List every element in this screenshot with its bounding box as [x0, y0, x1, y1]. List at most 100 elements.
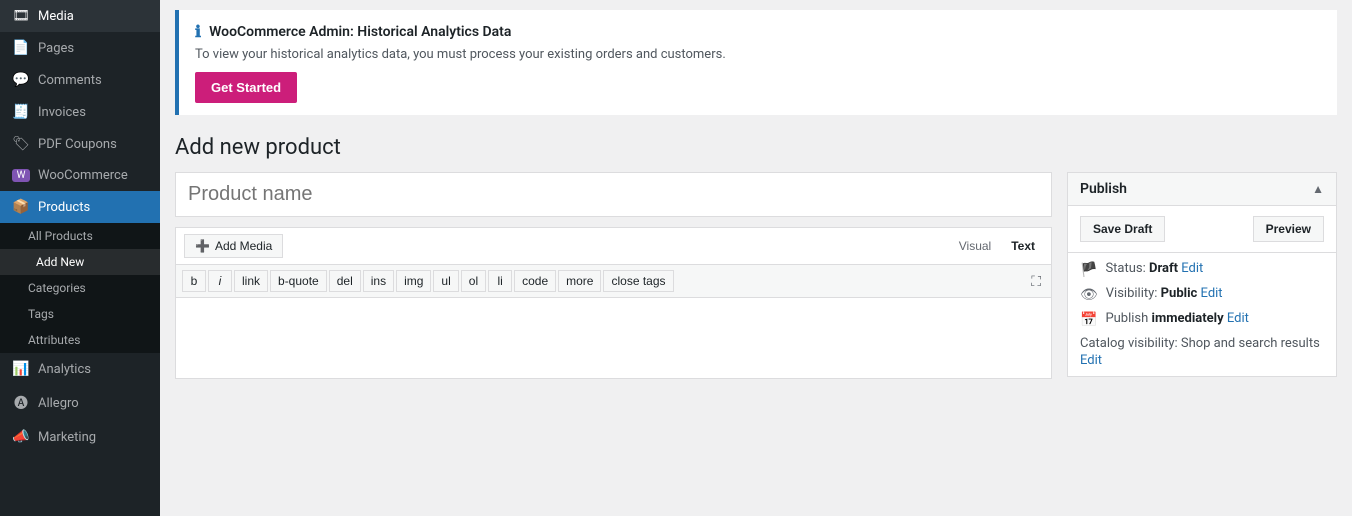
info-icon: ℹ	[195, 22, 201, 41]
get-started-button[interactable]: Get Started	[195, 72, 297, 103]
editor-btn-del[interactable]: del	[329, 270, 361, 292]
sidebar-item-media[interactable]: 🎞 Media	[0, 0, 160, 32]
publish-time-row: 📅 Publish immediately Edit	[1080, 311, 1324, 328]
main-column: ➕ Add Media Visual Text b i link b-quote	[175, 172, 1052, 379]
side-column: Publish ▲ Save Draft Preview 🏴 Status: D…	[1067, 172, 1337, 377]
publish-header: Publish ▲	[1068, 173, 1336, 206]
editor-btn-img[interactable]: img	[396, 270, 431, 292]
editor-btn-b[interactable]: b	[182, 270, 206, 292]
page-title: Add new product	[175, 135, 1337, 160]
sidebar-item-products[interactable]: 📦 Products	[0, 191, 160, 223]
sidebar-sub-label: Add New	[36, 255, 84, 269]
catalog-visibility-row: Catalog visibility: Shop and search resu…	[1080, 336, 1324, 368]
sidebar-item-allegro[interactable]: 🅐 Allegro	[0, 385, 160, 421]
pages-icon: 📄	[12, 40, 30, 56]
visibility-label-group: Visibility: Public Edit	[1106, 286, 1223, 301]
notice-banner: ℹ WooCommerce Admin: Historical Analytic…	[175, 10, 1337, 115]
visibility-value: Public	[1161, 286, 1198, 301]
products-icon: 📦	[12, 199, 30, 215]
notice-text: To view your historical analytics data, …	[195, 47, 1321, 62]
sidebar-sub-label: Tags	[28, 307, 54, 321]
notice-title: ℹ WooCommerce Admin: Historical Analytic…	[195, 22, 1321, 41]
sidebar-item-invoices[interactable]: 🧾 Invoices	[0, 96, 160, 128]
editor-btn-i[interactable]: i	[208, 270, 232, 292]
visibility-edit-link[interactable]: Edit	[1201, 286, 1223, 301]
sidebar-item-marketing[interactable]: 📣 Marketing	[0, 421, 160, 453]
notice-title-text: WooCommerce Admin: Historical Analytics …	[209, 24, 511, 40]
sidebar-item-label: Products	[38, 200, 90, 215]
visual-text-tabs: Visual Text	[951, 236, 1043, 256]
editor-btn-more[interactable]: more	[558, 270, 601, 292]
visual-tab[interactable]: Visual	[951, 236, 999, 256]
visibility-icon: 👁	[1080, 287, 1098, 303]
marketing-icon: 📣	[12, 429, 30, 445]
sidebar-item-label: WooCommerce	[38, 168, 128, 183]
sidebar-item-woocommerce[interactable]: W WooCommerce	[0, 160, 160, 191]
sidebar-sub-label: Attributes	[28, 333, 80, 347]
sidebar-item-comments[interactable]: 💬 Comments	[0, 64, 160, 96]
collapse-arrow-icon[interactable]: ▲	[1312, 182, 1324, 196]
sidebar-sub-label: All Products	[28, 229, 93, 243]
sidebar-item-analytics[interactable]: 📊 Analytics	[0, 353, 160, 385]
product-name-input[interactable]	[175, 172, 1052, 217]
analytics-icon: 📊	[12, 361, 30, 377]
sidebar-item-label: Media	[38, 9, 74, 24]
sidebar-item-label: Comments	[38, 73, 102, 88]
sidebar-sub-label: Categories	[28, 281, 86, 295]
visibility-row: 👁 Visibility: Public Edit	[1080, 286, 1324, 303]
editor-btn-ol[interactable]: ol	[461, 270, 486, 292]
add-media-icon: ➕	[195, 239, 210, 253]
notice-description: To view your historical analytics data, …	[195, 47, 726, 62]
editor-area: ➕ Add Media Visual Text b i link b-quote	[175, 227, 1052, 379]
editor-btn-link[interactable]: link	[234, 270, 268, 292]
editor-btn-close-tags[interactable]: close tags	[603, 270, 673, 292]
add-media-label: Add Media	[215, 239, 272, 253]
pdf-coupons-icon: 🏷	[12, 136, 30, 152]
publish-box: Publish ▲ Save Draft Preview 🏴 Status: D…	[1067, 172, 1337, 377]
editor-btn-code[interactable]: code	[514, 270, 556, 292]
media-icon: 🎞	[12, 8, 30, 24]
invoices-icon: 🧾	[12, 104, 30, 120]
preview-button[interactable]: Preview	[1253, 216, 1324, 242]
comments-icon: 💬	[12, 72, 30, 88]
woocommerce-icon: W	[12, 169, 30, 182]
publish-meta: 🏴 Status: Draft Edit 👁 Visibility:	[1068, 253, 1336, 376]
publish-time-icon: 📅	[1080, 312, 1097, 328]
sidebar-item-label: Pages	[38, 41, 74, 56]
catalog-value: Shop and search results	[1181, 336, 1320, 351]
sidebar-item-label: Allegro	[38, 396, 79, 411]
save-draft-button[interactable]: Save Draft	[1080, 216, 1165, 242]
sidebar-item-pages[interactable]: 📄 Pages	[0, 32, 160, 64]
text-tab[interactable]: Text	[1003, 236, 1043, 256]
sidebar-item-label: Marketing	[38, 430, 96, 445]
main-content: ℹ WooCommerce Admin: Historical Analytic…	[160, 0, 1352, 516]
catalog-edit-link[interactable]: Edit	[1080, 353, 1324, 368]
page-content: Add new product ➕ Add Media Visual Text	[160, 125, 1352, 389]
publish-when-value: immediately	[1152, 311, 1224, 326]
sidebar-item-attributes[interactable]: Attributes	[0, 327, 160, 353]
editor-toolbar-top: ➕ Add Media Visual Text	[176, 228, 1051, 265]
sidebar-item-categories[interactable]: Categories	[0, 275, 160, 301]
editor-btn-li[interactable]: li	[488, 270, 512, 292]
publish-time-edit-link[interactable]: Edit	[1227, 311, 1249, 326]
sidebar-item-add-new[interactable]: Add New	[0, 249, 160, 275]
add-media-button[interactable]: ➕ Add Media	[184, 234, 283, 258]
editor-btn-b-quote[interactable]: b-quote	[270, 270, 327, 292]
editor-btn-ul[interactable]: ul	[433, 270, 458, 292]
status-edit-link[interactable]: Edit	[1181, 261, 1203, 276]
sidebar: 🎞 Media 📄 Pages 💬 Comments 🧾 Invoices 🏷 …	[0, 0, 160, 516]
publish-actions: Save Draft Preview	[1068, 206, 1336, 253]
status-value: Draft	[1149, 261, 1178, 276]
sidebar-item-label: Analytics	[38, 362, 91, 377]
sidebar-item-all-products[interactable]: All Products	[0, 223, 160, 249]
allegro-icon: 🅐	[12, 393, 30, 413]
fullscreen-button[interactable]: ⛶	[1027, 270, 1045, 292]
sidebar-item-pdf-coupons[interactable]: 🏷 PDF Coupons	[0, 128, 160, 160]
sidebar-item-tags[interactable]: Tags	[0, 301, 160, 327]
editor-content[interactable]	[176, 298, 1051, 378]
sidebar-item-label: PDF Coupons	[38, 137, 117, 152]
status-icon: 🏴	[1080, 262, 1097, 278]
editor-buttons-row: b i link b-quote del ins img ul ol li co…	[176, 265, 1051, 298]
editor-btn-ins[interactable]: ins	[363, 270, 394, 292]
publish-box-title: Publish	[1080, 181, 1127, 197]
